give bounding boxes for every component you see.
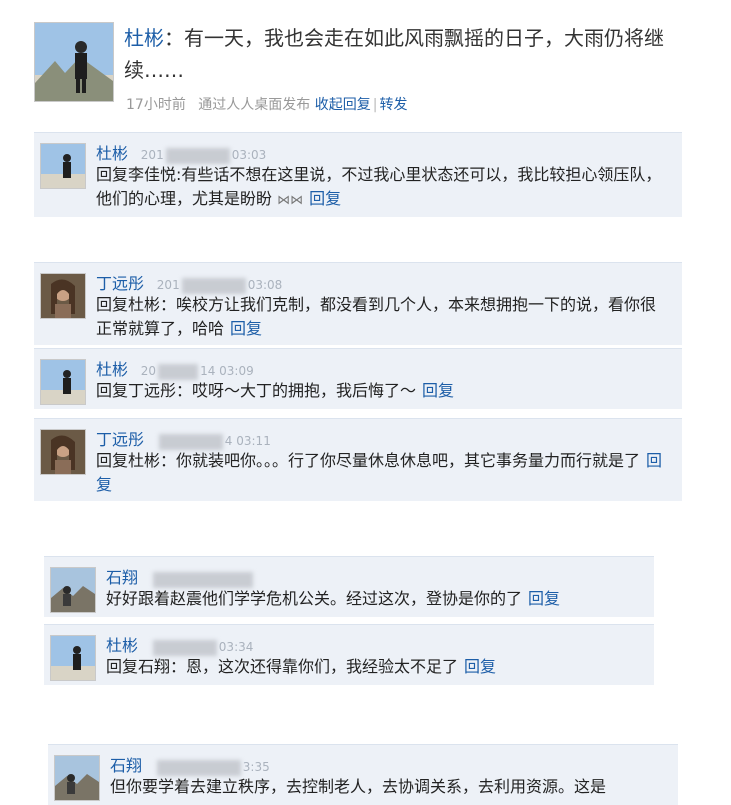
post-content: 杜彬：有一天，我也会走在如此风雨飘摇的日子，大雨仍将继续……: [124, 22, 714, 86]
comment-text: 回复杜彬：你就装吧你。。。行了你尽量休息休息吧，其它事务量力而行就是了 回复: [96, 451, 663, 494]
comment-header: 石翔: [106, 564, 255, 588]
commenter-name[interactable]: 杜彬: [96, 360, 128, 379]
comment-item: 杜彬 20 14 03:09 回复丁远彤：哎呀～大丁的拥抱，我后悔了～ 回复: [34, 348, 682, 409]
redacted-blur: [181, 277, 246, 294]
commenter-name[interactable]: 杜彬: [106, 636, 138, 655]
comment-text: 但你要学着去建立秩序，去控制老人，去协调关系，去利用资源。这是: [110, 777, 607, 796]
person-photo-icon: [51, 568, 95, 612]
commenter-avatar[interactable]: [50, 567, 96, 613]
comment-time: 201 03:03: [140, 147, 267, 164]
redacted-blur: [165, 147, 230, 164]
comment-header: 丁远彤 201 03:08: [96, 270, 282, 294]
comment-header: 杜彬 03:34: [106, 632, 253, 656]
commenter-avatar[interactable]: [40, 273, 86, 319]
comment-item: 石翔 好好跟着赵震他们学学危机公关。经过这次，登协是你的了 回复: [44, 556, 654, 617]
comment-header: 石翔 3:35: [110, 752, 270, 776]
comment-text: 回复杜彬：唉校方让我们克制，都没看到几个人，本来想拥抱一下的说，看你很正常就算了…: [96, 295, 657, 338]
status-post: 杜彬：有一天，我也会走在如此风雨飘摇的日子，大雨仍将继续…… 17小时前 通过人…: [34, 16, 714, 116]
post-author-link[interactable]: 杜彬: [124, 26, 164, 50]
reply-link[interactable]: 回复: [309, 189, 341, 208]
emoticon-icon: ⋈⋈: [277, 193, 304, 208]
post-source: 通过人人桌面发布: [198, 97, 311, 113]
redacted-blur: [158, 433, 223, 450]
reply-link[interactable]: 回复: [230, 319, 262, 338]
post-meta: 17小时前 通过人人桌面发布 收起回复 | 转发: [126, 94, 407, 114]
comment-time: 3:35: [155, 759, 270, 776]
comment-text: 回复石翔：恩，这次还得靠你们，我经验太不足了 回复: [106, 657, 497, 676]
separator: |: [372, 97, 378, 113]
comment-text: 回复李佳悦:有些话不想在这里说，不过我心里状态还可以，我比较担心领压队，他们的心…: [96, 165, 662, 208]
author-avatar[interactable]: [34, 22, 114, 102]
comment-time: [151, 571, 255, 588]
person-photo-icon: [35, 23, 113, 101]
commenter-name[interactable]: 石翔: [106, 568, 138, 587]
comment-time: 4 03:11: [157, 433, 271, 450]
comment-time: 201 03:08: [156, 277, 283, 294]
person-photo-icon: [55, 756, 99, 800]
comment-header: 丁远彤 4 03:11: [96, 426, 271, 450]
comment-time: 03:34: [151, 639, 253, 656]
comment-time: 20 14 03:09: [140, 363, 254, 380]
reply-link[interactable]: 回复: [464, 657, 496, 676]
commenter-name[interactable]: 丁远彤: [96, 274, 144, 293]
comment-item: 丁远彤 4 03:11 回复杜彬：你就装吧你。。。行了你尽量休息休息吧，其它事务…: [34, 418, 682, 501]
commenter-avatar[interactable]: [40, 143, 86, 189]
person-photo-icon: [41, 274, 85, 318]
person-photo-icon: [51, 636, 95, 680]
comment-header: 杜彬 201 03:03: [96, 140, 266, 164]
comment-item: 杜彬 201 03:03 回复李佳悦:有些话不想在这里说，不过我心里状态还可以，我…: [34, 132, 682, 217]
commenter-avatar[interactable]: [40, 359, 86, 405]
redacted-blur: [158, 363, 199, 380]
collapse-replies-link[interactable]: 收起回复: [315, 97, 371, 113]
comment-item: 丁远彤 201 03:08 回复杜彬：唉校方让我们克制，都没看到几个人，本来想拥抱…: [34, 262, 682, 345]
reply-link[interactable]: 回复: [422, 381, 454, 400]
post-time: 17小时前: [126, 97, 186, 113]
post-text: ：有一天，我也会走在如此风雨飘摇的日子，大雨仍将继续……: [124, 26, 664, 82]
comment-text: 好好跟着赵震他们学学危机公关。经过这次，登协是你的了 回复: [106, 589, 561, 608]
redacted-blur: [152, 639, 217, 656]
commenter-avatar[interactable]: [50, 635, 96, 681]
comment-text: 回复丁远彤：哎呀～大丁的拥抱，我后悔了～ 回复: [96, 381, 455, 400]
commenter-name[interactable]: 丁远彤: [96, 430, 144, 449]
commenter-avatar[interactable]: [54, 755, 100, 801]
reply-link[interactable]: 回复: [528, 589, 560, 608]
person-photo-icon: [41, 430, 85, 474]
share-link[interactable]: 转发: [379, 97, 407, 113]
person-photo-icon: [41, 360, 85, 404]
commenter-name[interactable]: 石翔: [110, 756, 142, 775]
commenter-avatar[interactable]: [40, 429, 86, 475]
comment-item: 石翔 3:35 但你要学着去建立秩序，去控制老人，去协调关系，去利用资源。这是: [48, 744, 678, 805]
redacted-blur: [156, 759, 241, 776]
person-photo-icon: [41, 144, 85, 188]
commenter-name[interactable]: 杜彬: [96, 144, 128, 163]
redacted-blur: [152, 571, 253, 588]
comment-header: 杜彬 20 14 03:09: [96, 356, 254, 380]
comment-item: 杜彬 03:34 回复石翔：恩，这次还得靠你们，我经验太不足了 回复: [44, 624, 654, 685]
